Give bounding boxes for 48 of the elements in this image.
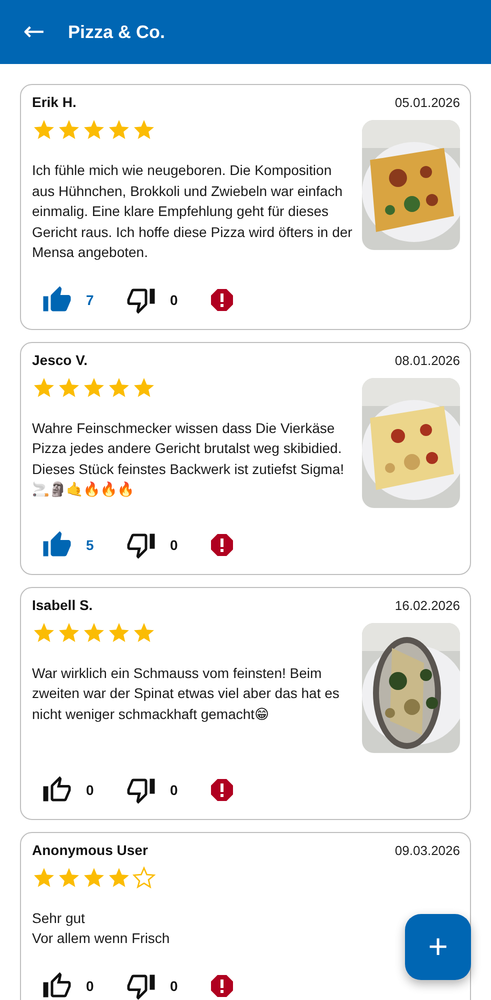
star-icon: [107, 866, 131, 890]
back-button[interactable]: ←: [20, 19, 48, 45]
report-button[interactable]: [210, 778, 234, 802]
report-icon: [210, 778, 234, 802]
star-icon: [57, 620, 81, 644]
add-review-button[interactable]: +: [405, 914, 471, 980]
review-author: Anonymous User: [32, 842, 148, 858]
review-date: 16.02.2026: [394, 598, 460, 612]
dislike-count: 0: [169, 782, 179, 798]
report-button[interactable]: [210, 288, 234, 312]
report-button[interactable]: [210, 974, 234, 998]
report-icon: [210, 974, 234, 998]
dislike-count: 0: [169, 536, 179, 552]
dislike-count: 0: [169, 292, 179, 308]
star-icon: [32, 866, 56, 890]
star-icon: [57, 866, 81, 890]
star-icon: [107, 376, 131, 400]
review-text: Ich fühle mich wie neugeboren. Die Komposition aus Hühnchen, Brokkoli und Zwiebeln war einfach einmalig. Eine klare Empfehlung geht für dieses Gericht raus. Ich hoffe diese Pizza wird öfters in der Mensa angeboten.: [32, 161, 354, 262]
like-count: 0: [85, 782, 95, 798]
like-button[interactable]: [42, 970, 72, 1000]
review-date: 05.01.2026: [394, 95, 460, 110]
review-author: Erik H.: [32, 94, 76, 110]
star-icon: [132, 620, 156, 644]
like-count: 5: [85, 536, 95, 552]
review-text: War wirklich ein Schmauss vom feinsten! Beim zweiten war der Spinat etwas viel aber das hat es nicht weniger schmackhaft gemacht😁: [32, 664, 340, 724]
review-date: 09.03.2026: [394, 842, 460, 858]
star-icon: [132, 866, 156, 890]
app-title: Pizza & Co.: [68, 22, 166, 42]
star-icon: [32, 376, 56, 400]
review-author: Isabell S.: [32, 596, 93, 612]
report-icon: [210, 288, 234, 312]
star-icon: [82, 620, 106, 644]
star-icon: [107, 620, 131, 644]
like-count: 0: [85, 978, 95, 994]
review-text: Wahre Feinschmecker wissen dass Die Vierkäse Pizza jedes andere Gericht brutalst weg skibidied. Dieses Stück feinstes Backwerk ist zutiefst Sigma! 🚬🗿🤙🔥🔥🔥: [32, 418, 345, 499]
like-button[interactable]: [42, 774, 72, 804]
review-text: Sehr gut Vor allem wenn Frisch: [32, 908, 170, 948]
like-count: 7: [85, 292, 95, 308]
star-icon: [57, 376, 81, 400]
star-icon: [32, 620, 56, 644]
star-icon: [82, 866, 106, 890]
review-author: Jesco V.: [32, 352, 88, 368]
report-button[interactable]: [210, 532, 234, 556]
report-icon: [210, 532, 234, 556]
star-icon: [82, 376, 106, 400]
review-date: 08.01.2026: [394, 352, 460, 368]
dislike-count: 0: [169, 978, 179, 994]
star-icon: [132, 376, 156, 400]
